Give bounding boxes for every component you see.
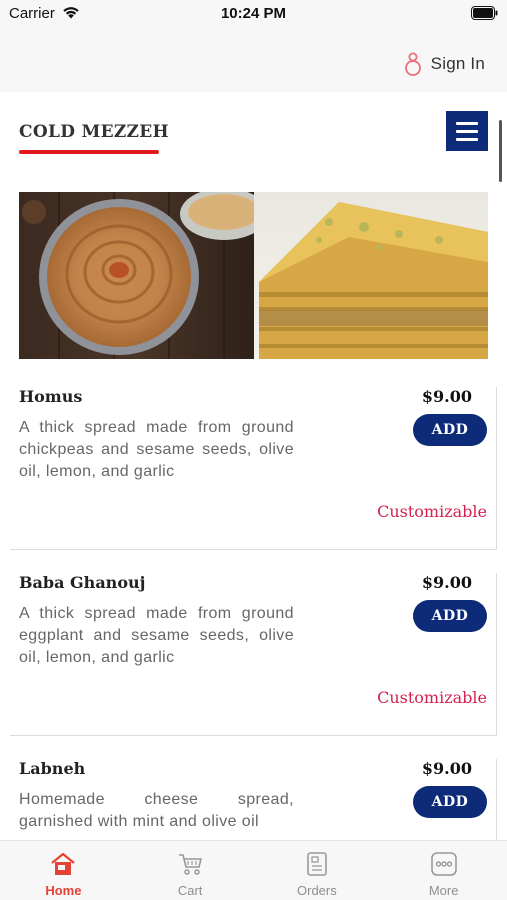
top-bar: Sign In [0,28,507,92]
tab-more[interactable]: More [380,841,507,900]
item-price: $9.00 [421,387,472,406]
item-name: Baba Ghanouj [19,573,146,592]
title-underline [19,150,159,154]
user-icon [404,52,421,76]
add-button[interactable]: ADD [413,414,487,446]
menu-button[interactable] [446,111,488,151]
home-icon [51,852,76,875]
add-button[interactable]: ADD [413,786,487,818]
category-title: COLD MEZZEH [19,122,169,142]
scrollbar[interactable] [499,120,502,182]
tab-label: Home [45,883,82,898]
orders-icon [307,852,327,876]
item-name: Labneh [19,759,86,778]
tab-label: Orders [297,883,337,898]
status-bar: Carrier 10:24 PM [0,0,507,28]
customizable-link[interactable]: Customizable [377,688,487,707]
menu-item[interactable]: Labneh $9.00 Homemade cheese spread, gar… [10,747,497,840]
more-icon [430,852,457,876]
item-price: $9.00 [421,759,472,778]
tab-orders[interactable]: Orders [254,841,381,900]
bottom-tab-bar: Home Cart Orders More [0,840,507,900]
menu-item[interactable]: Baba Ghanouj $9.00 A thick spread made f… [10,561,497,736]
hamburger-line [456,130,478,133]
menu-item[interactable]: Homus $9.00 A thick spread made from gro… [10,375,497,550]
battery-icon [471,6,498,20]
add-button[interactable]: ADD [413,600,487,632]
tab-label: Cart [177,883,203,898]
item-divider [496,759,497,840]
tab-home[interactable]: Home [0,841,127,900]
hamburger-line [456,138,478,141]
sign-in-button[interactable]: Sign In [403,52,485,76]
item-description: A thick spread made from ground eggplant… [19,605,294,666]
hamburger-line [456,122,478,125]
cart-icon [179,854,202,875]
tab-label: More [428,883,459,898]
item-divider [496,387,497,549]
sign-in-label: Sign In [430,54,485,73]
tab-cart[interactable]: Cart [127,841,254,900]
item-description: A thick spread made from ground chickpea… [19,419,294,480]
item-divider [496,573,497,735]
customizable-link[interactable]: Customizable [377,502,487,521]
item-price: $9.00 [421,573,472,592]
menu-content[interactable]: COLD MEZZEH Homus $9.00 A thick spread m… [0,92,507,840]
category-banner-image [19,192,488,359]
item-name: Homus [19,387,83,406]
status-time: 10:24 PM [220,5,287,22]
item-description: Homemade cheese spread, garnished with m… [19,791,294,830]
